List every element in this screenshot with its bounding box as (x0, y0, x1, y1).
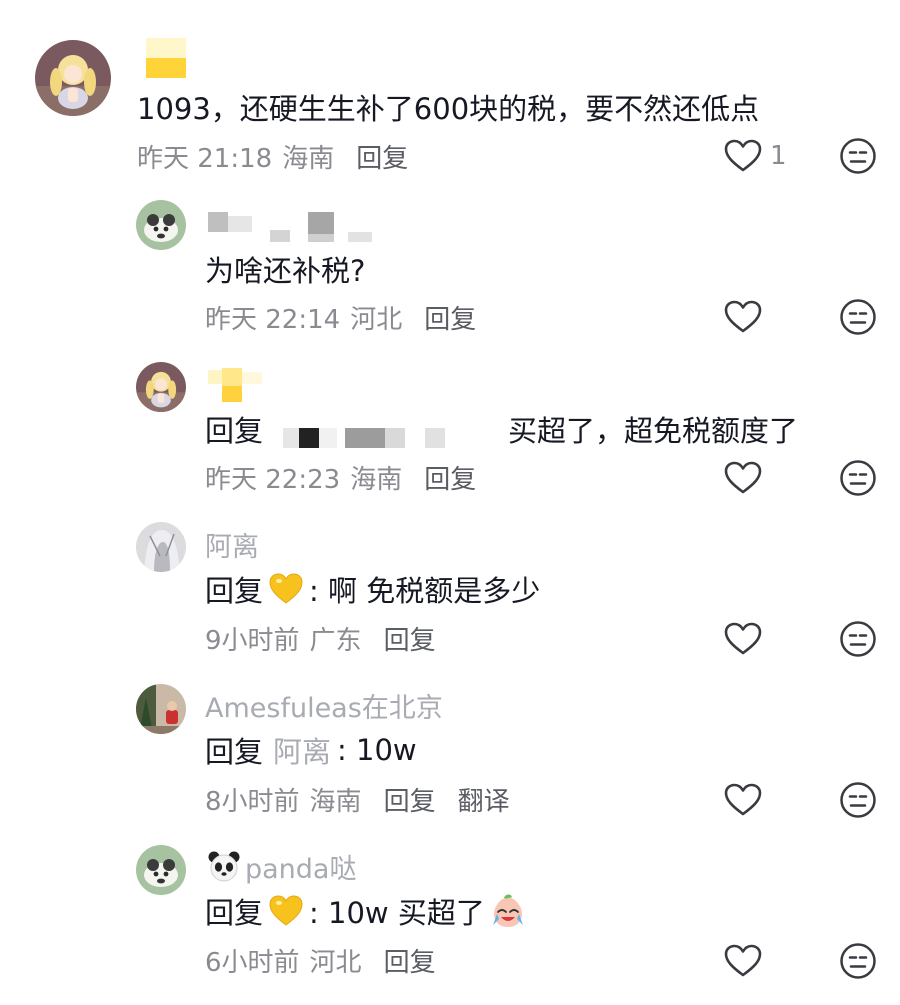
reply-prefix: 回复 (205, 896, 264, 930)
username[interactable]: panda哒 (207, 846, 356, 886)
reply-button[interactable]: 回复 (424, 299, 476, 336)
avatar-image (136, 684, 186, 734)
comment-location: 广东 (309, 625, 362, 656)
avatar[interactable] (136, 362, 186, 412)
like-button[interactable] (724, 944, 762, 978)
comment-text: 回复 阿离 : 10w (205, 729, 417, 771)
heart-outline-icon (724, 944, 762, 977)
comment-text: 为啥还补税? (205, 254, 366, 288)
like-button[interactable]: 1 (724, 139, 787, 173)
comment-text: 回复 : 啊 免税额是多少 (205, 568, 540, 610)
username[interactable] (208, 204, 372, 244)
avatar[interactable] (136, 522, 186, 572)
heart-outline-icon (724, 300, 762, 333)
username[interactable] (208, 364, 264, 404)
reply-button[interactable]: 回复 (356, 138, 408, 175)
comment-location: 河北 (309, 947, 362, 978)
comment-time: 6小时前 (205, 947, 300, 978)
reply-button[interactable]: 回复 (384, 781, 436, 818)
yellow-heart-emoji (269, 895, 303, 926)
heart-outline-icon (724, 461, 762, 494)
reply-button[interactable]: 回复 (424, 459, 476, 496)
avatar[interactable] (136, 845, 186, 895)
comment-text: 回复 : 10w 买超了 (205, 890, 527, 932)
heart-outline-icon (724, 622, 762, 655)
like-button[interactable] (724, 622, 762, 656)
avatar-image (136, 845, 186, 895)
heart-outline-icon (724, 783, 762, 816)
avatar[interactable] (136, 200, 186, 250)
username[interactable]: Amesfuleas在北京 (205, 685, 443, 725)
comment-meta: 9小时前 广东 回复 (205, 618, 458, 658)
username[interactable]: 阿离 (205, 524, 259, 564)
comment-meta: 6小时前 河北 回复 (205, 940, 458, 980)
avatar-image (35, 40, 111, 116)
comment-time: 8小时前 (205, 786, 300, 817)
reply-prefix: 回复 (205, 574, 264, 608)
redacted-username-block (208, 204, 372, 244)
crying-face-emoji (492, 894, 523, 927)
comment-text: 1093，还硬生生补了600块的税，要不然还低点 (137, 92, 760, 126)
neutral-face-icon[interactable] (839, 620, 877, 658)
comment-time: 9小时前 (205, 625, 300, 656)
reply-prefix: 回复 (205, 414, 264, 448)
comment-location: 河北 (350, 304, 403, 335)
avatar[interactable] (35, 40, 111, 116)
redacted-mention-block (283, 408, 509, 450)
comment-time: 昨天 21:18 (137, 143, 273, 174)
redacted-username-block (146, 38, 186, 78)
comment-time: 昨天 22:23 (205, 464, 341, 495)
reply-button[interactable]: 回复 (384, 620, 436, 657)
neutral-face-icon[interactable] (839, 459, 877, 497)
heart-outline-icon (724, 139, 762, 172)
comment-location: 海南 (309, 786, 362, 817)
comment-meta: 昨天 22:23 海南 回复 (205, 457, 498, 497)
avatar-image (136, 362, 186, 412)
neutral-face-icon[interactable] (839, 137, 877, 175)
reply-button[interactable]: 回复 (384, 942, 436, 979)
comment-meta: 昨天 22:14 河北 回复 (205, 297, 498, 337)
neutral-face-icon[interactable] (839, 942, 877, 980)
like-count: 1 (770, 141, 787, 171)
like-button[interactable] (724, 300, 762, 334)
like-button[interactable] (724, 783, 762, 817)
comment-meta: 8小时前 海南 回复 翻译 (205, 779, 532, 819)
comment-location: 海南 (282, 143, 335, 174)
neutral-face-icon[interactable] (839, 781, 877, 819)
username[interactable] (146, 38, 186, 78)
neutral-face-icon[interactable] (839, 298, 877, 336)
translate-button[interactable]: 翻译 (458, 781, 510, 818)
panda-face-emoji (208, 851, 240, 882)
comment-time: 昨天 22:14 (205, 304, 341, 335)
redacted-username-block (208, 364, 264, 404)
avatar-image (136, 522, 186, 572)
avatar-image (136, 200, 186, 250)
comment-location: 海南 (350, 464, 403, 495)
comment-meta: 昨天 21:18 海南 回复 (137, 136, 430, 176)
like-button[interactable] (724, 461, 762, 495)
mention-link[interactable]: 阿离 (273, 729, 331, 771)
reply-prefix: 回复 (205, 735, 264, 769)
avatar[interactable] (136, 684, 186, 734)
yellow-heart-emoji (269, 573, 303, 604)
comment-text: 回复 买超了，超免税额度了 (205, 408, 798, 450)
